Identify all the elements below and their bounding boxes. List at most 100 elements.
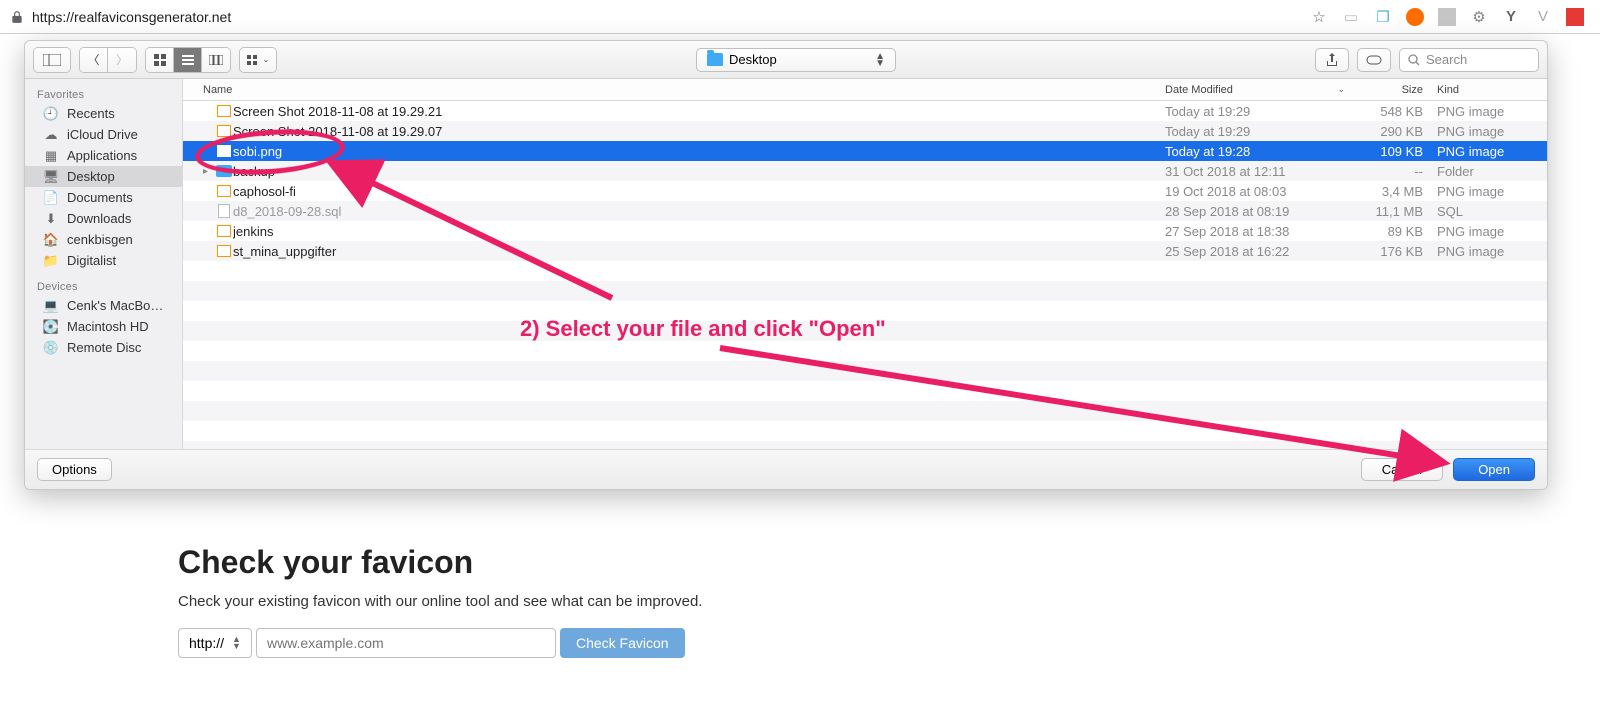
file-size: -- [1345, 164, 1437, 179]
browser-address-bar: https://realfaviconsgenerator.net ☆ ▭ ❐ … [0, 0, 1600, 34]
ext-icon[interactable]: Y [1502, 8, 1520, 26]
file-row[interactable]: ▸Screen Shot 2018-11-08 at 19.29.07Today… [183, 121, 1547, 141]
empty-row [183, 401, 1547, 421]
empty-row [183, 381, 1547, 401]
column-kind[interactable]: Kind [1437, 84, 1547, 96]
list-view-button[interactable] [174, 48, 202, 72]
search-input[interactable]: Search [1399, 48, 1539, 72]
domain-input[interactable] [256, 628, 556, 658]
column-view-button[interactable] [202, 48, 230, 72]
back-button[interactable]: 〈 [80, 48, 108, 72]
ext-icon[interactable]: ❐ [1374, 8, 1392, 26]
sidebar-header-favorites: Favorites [25, 85, 182, 103]
sidebar-item[interactable]: 🖥Desktop [25, 166, 182, 187]
forward-button[interactable]: 〉 [108, 48, 136, 72]
ext-icon[interactable] [1566, 8, 1584, 26]
file-date: Today at 19:28 [1165, 144, 1345, 159]
icon-view-button[interactable] [146, 48, 174, 72]
ext-icon[interactable]: ▭ [1342, 8, 1360, 26]
ext-icon[interactable] [1438, 8, 1456, 26]
location-popup[interactable]: Desktop ▲▼ [696, 48, 896, 72]
file-date: Today at 19:29 [1165, 104, 1345, 119]
file-date: 31 Oct 2018 at 12:11 [1165, 164, 1345, 179]
laptop-icon: 💻 [43, 299, 59, 313]
sidebar-item-label: cenkbisgen [67, 232, 133, 247]
sidebar-item[interactable]: 💽Macintosh HD [25, 316, 182, 337]
file-open-dialog: 〈 〉 ⌄ Desktop ▲▼ [24, 40, 1548, 490]
down-icon: ⬇ [43, 212, 59, 226]
file-name: jenkins [233, 224, 1165, 239]
file-date: 28 Sep 2018 at 08:19 [1165, 204, 1345, 219]
sidebar-header-devices: Devices [25, 277, 182, 295]
sidebar-item[interactable]: ⬇ Downloads [25, 208, 182, 229]
annotation-text: 2) Select your file and click "Open" [520, 316, 886, 342]
file-row[interactable]: ▸Screen Shot 2018-11-08 at 19.29.21Today… [183, 101, 1547, 121]
sidebar-item[interactable]: ▦Applications [25, 145, 182, 166]
cancel-button[interactable]: Cancel [1361, 458, 1443, 481]
open-button[interactable]: Open [1453, 458, 1535, 481]
star-icon[interactable]: ☆ [1310, 8, 1328, 26]
file-row[interactable]: ▸backup31 Oct 2018 at 12:11--Folder [183, 161, 1547, 181]
empty-row [183, 341, 1547, 361]
sidebar-icon[interactable] [34, 48, 70, 72]
file-row[interactable]: ▸jenkins27 Sep 2018 at 18:3889 KBPNG ima… [183, 221, 1547, 241]
sidebar-item[interactable]: 🏠cenkbisgen [25, 229, 182, 250]
ext-icon[interactable] [1406, 8, 1424, 26]
sort-indicator-icon: ⌄ [1337, 84, 1345, 95]
sidebar-item-label: Remote Disc [67, 340, 141, 355]
file-row[interactable]: ▸sobi.pngToday at 19:28109 KBPNG image [183, 141, 1547, 161]
group-icon[interactable]: ⌄ [240, 48, 276, 72]
sidebar-item[interactable]: ☁iCloud Drive [25, 124, 182, 145]
browser-extension-icons: ☆ ▭ ❐ ⚙ Y V [1310, 8, 1590, 26]
file-kind: SQL [1437, 204, 1547, 219]
location-label: Desktop [729, 52, 777, 67]
tags-button[interactable] [1357, 48, 1391, 72]
column-headers: Name Date Modified⌄ Size Kind [183, 79, 1547, 101]
site-content: Check your favicon Check your existing f… [178, 544, 1078, 658]
sidebar-item-label: Cenk's MacBo… [67, 298, 163, 313]
gear-icon[interactable]: ⚙ [1470, 8, 1488, 26]
column-name[interactable]: Name [203, 84, 1165, 96]
sidebar-item[interactable]: 📄Documents [25, 187, 182, 208]
folder-icon [707, 53, 723, 66]
column-date[interactable]: Date Modified⌄ [1165, 84, 1345, 96]
empty-row [183, 361, 1547, 381]
chevron-updown-icon: ▲▼ [232, 636, 241, 650]
dialog-footer: Options Cancel Open [25, 449, 1547, 489]
options-button[interactable]: Options [37, 458, 112, 481]
sidebar-item-label: iCloud Drive [67, 127, 138, 142]
doc-icon: 📄 [43, 191, 59, 205]
sidebar-item-label: Downloads [67, 211, 131, 226]
file-type-icon [215, 103, 233, 119]
file-size: 290 KB [1345, 124, 1437, 139]
file-kind: PNG image [1437, 184, 1547, 199]
file-row[interactable]: ▸caphosol-fi19 Oct 2018 at 08:033,4 MBPN… [183, 181, 1547, 201]
file-name: backup [233, 164, 1165, 179]
share-button[interactable] [1315, 48, 1349, 72]
file-size: 89 KB [1345, 224, 1437, 239]
file-row[interactable]: ▸d8_2018-09-28.sql28 Sep 2018 at 08:1911… [183, 201, 1547, 221]
sidebar-item[interactable]: 💿Remote Disc [25, 337, 182, 358]
file-row[interactable]: ▸st_mina_uppgifter25 Sep 2018 at 16:2217… [183, 241, 1547, 261]
file-date: Today at 19:29 [1165, 124, 1345, 139]
view-switcher [145, 47, 231, 73]
file-kind: PNG image [1437, 244, 1547, 259]
file-kind: PNG image [1437, 224, 1547, 239]
empty-row [183, 421, 1547, 441]
lock-icon [10, 10, 24, 24]
protocol-select[interactable]: http:// ▲▼ [178, 628, 252, 658]
check-favicon-button[interactable]: Check Favicon [560, 628, 685, 658]
empty-row [183, 441, 1547, 449]
sidebar-toggle[interactable] [33, 47, 71, 73]
page-heading: Check your favicon [178, 544, 1078, 581]
ext-icon[interactable]: V [1534, 8, 1552, 26]
sidebar-item[interactable]: 🕘Recents [25, 103, 182, 124]
sidebar-item[interactable]: 📁Digitalist [25, 250, 182, 271]
group-menu[interactable]: ⌄ [239, 47, 277, 73]
url-text[interactable]: https://realfaviconsgenerator.net [32, 9, 1302, 25]
column-size[interactable]: Size [1345, 84, 1437, 96]
sidebar-item[interactable]: 💻 Cenk's MacBo… [25, 295, 182, 316]
sidebar: Favorites 🕘Recents☁iCloud Drive▦Applicat… [25, 79, 183, 449]
file-size: 548 KB [1345, 104, 1437, 119]
file-name: sobi.png [233, 144, 1165, 159]
